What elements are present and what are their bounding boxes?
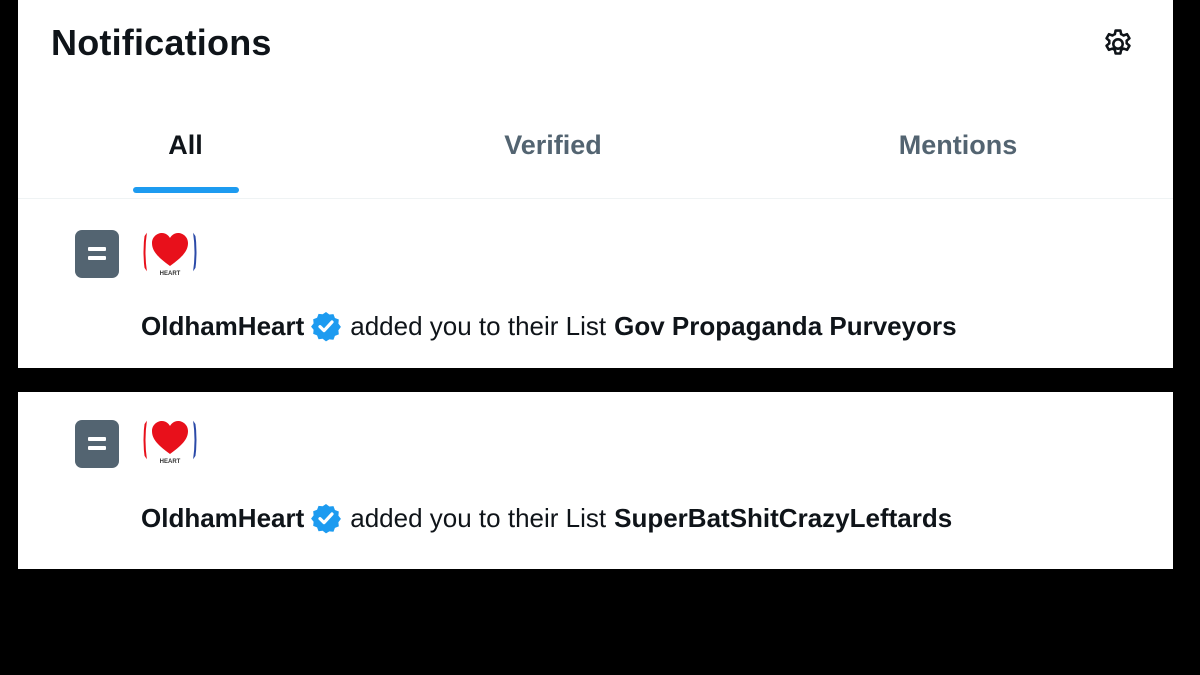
notification-text: OldhamHeart added you to their List Gov … bbox=[141, 310, 957, 342]
notification-item[interactable]: HEART OldhamHeart added you to their Lis… bbox=[18, 198, 1173, 368]
svg-text:HEART: HEART bbox=[160, 459, 181, 465]
notification-action: added you to their List bbox=[350, 310, 607, 341]
username[interactable]: OldhamHeart bbox=[141, 503, 304, 534]
verified-badge bbox=[310, 310, 342, 342]
settings-button[interactable] bbox=[1100, 26, 1136, 62]
heart-logo-icon: HEART bbox=[143, 231, 197, 277]
verified-badge bbox=[310, 502, 342, 534]
tab-mentions-label: Mentions bbox=[898, 130, 1018, 160]
notification-item[interactable]: HEART OldhamHeart added you to their Lis… bbox=[18, 392, 1173, 569]
verified-check-icon bbox=[311, 504, 342, 534]
notifications-panel: Notifications All Verified Mentions HEAR… bbox=[18, 0, 1173, 368]
svg-text:HEART: HEART bbox=[160, 271, 181, 277]
username[interactable]: OldhamHeart bbox=[141, 311, 304, 342]
tab-all-label: All bbox=[168, 130, 203, 160]
list-icon bbox=[75, 420, 119, 468]
avatar[interactable]: HEART bbox=[140, 222, 200, 282]
heart-logo-icon: HEART bbox=[143, 419, 197, 465]
list-icon bbox=[75, 230, 119, 278]
avatar[interactable]: HEART bbox=[140, 410, 200, 470]
tab-verified[interactable]: Verified bbox=[458, 108, 648, 198]
list-name[interactable]: Gov Propaganda Purveyors bbox=[614, 311, 956, 342]
list-name[interactable]: SuperBatShitCrazyLeftards bbox=[614, 503, 952, 534]
notification-text: OldhamHeart added you to their List Supe… bbox=[141, 502, 952, 534]
gear-icon bbox=[1105, 29, 1131, 55]
tab-bar: All Verified Mentions bbox=[18, 108, 1173, 199]
verified-check-icon bbox=[311, 312, 342, 342]
notification-action: added you to their List bbox=[350, 502, 607, 533]
tab-mentions[interactable]: Mentions bbox=[858, 108, 1058, 198]
active-tab-indicator bbox=[133, 187, 239, 193]
page-title: Notifications bbox=[51, 22, 272, 63]
tab-verified-label: Verified bbox=[504, 130, 602, 160]
tab-all[interactable]: All bbox=[113, 108, 258, 198]
notification-card: HEART OldhamHeart added you to their Lis… bbox=[18, 392, 1173, 569]
